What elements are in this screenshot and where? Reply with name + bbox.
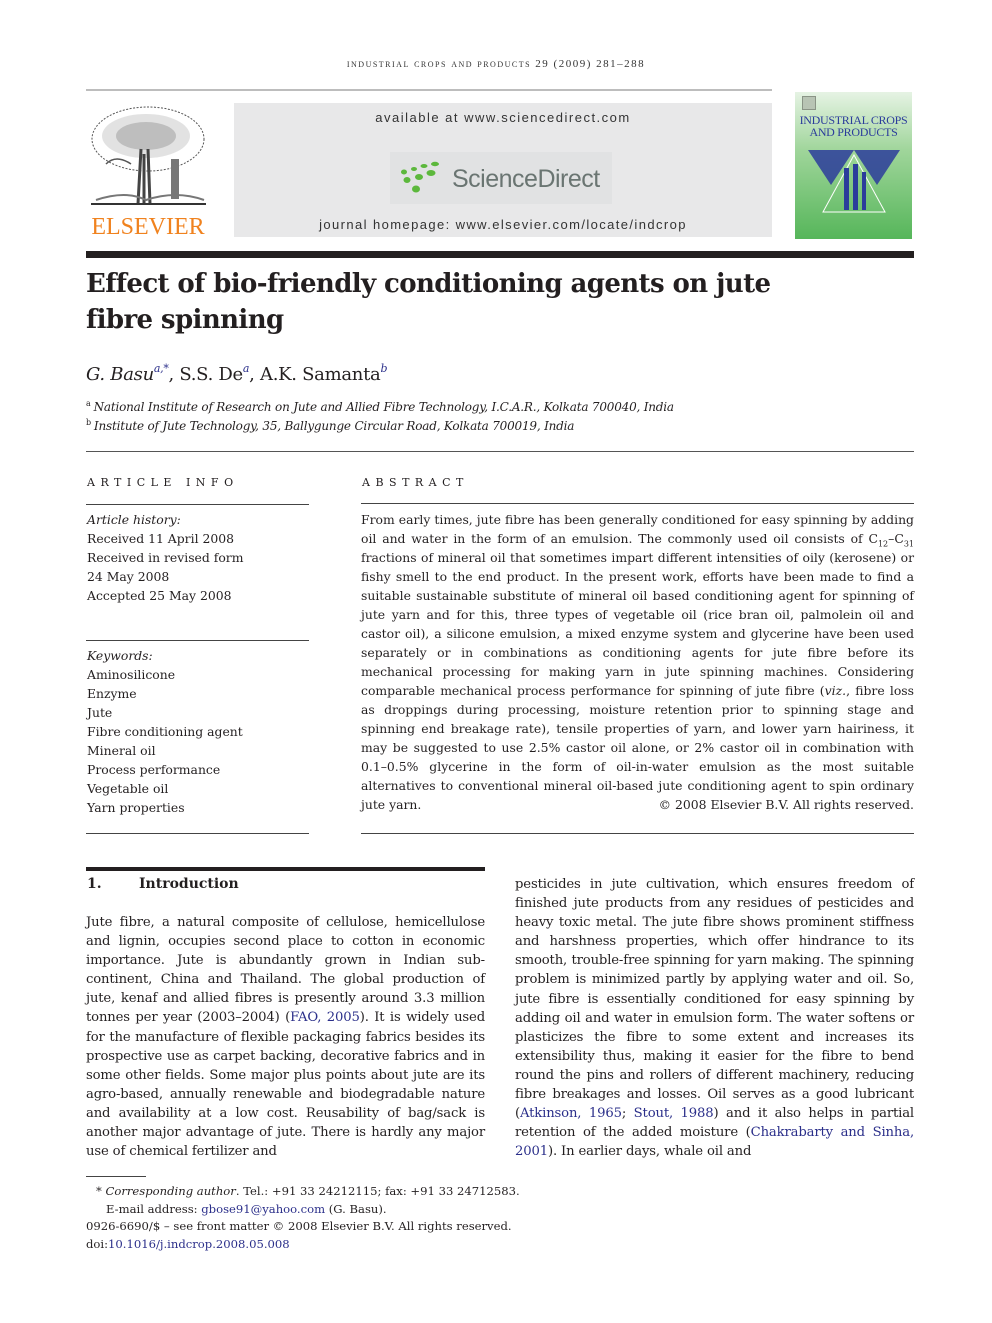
cover-triangles-icon: [808, 150, 900, 213]
keyword: Enzyme: [87, 686, 137, 701]
email-link[interactable]: gbose91@yahoo.com: [201, 1202, 325, 1216]
affiliation: b Institute of Jute Technology, 35, Bally…: [86, 418, 575, 434]
keyword: Fibre conditioning agent: [87, 724, 243, 739]
citation-link[interactable]: Stout, 1988: [634, 1106, 714, 1121]
doi-link[interactable]: 10.1016/j.indcrop.2008.05.008: [108, 1237, 290, 1251]
abstract-copyright: © 2008 Elsevier B.V. All rights reserved…: [658, 797, 914, 812]
sciencedirect-logo-text: ScienceDirect: [452, 165, 600, 193]
author-affil-link[interactable]: a: [243, 362, 250, 375]
divider: [86, 833, 309, 834]
abstract-heading: abstract: [362, 476, 469, 489]
author-list: G. Basua,*, S.S. Dea, A.K. Samantab: [86, 362, 388, 385]
author-name: A.K. Samanta: [260, 364, 381, 385]
keyword: Jute: [87, 705, 113, 720]
footnote-rule: [86, 1176, 146, 1177]
citation-link[interactable]: Atkinson, 1965: [520, 1106, 622, 1121]
keyword: Yarn properties: [87, 800, 185, 815]
body-column-left: Jute fibre, a natural composite of cellu…: [86, 915, 486, 1160]
affiliation: a National Institute of Research on Jute …: [86, 399, 674, 415]
section-heading-introduction: 1. Introduction: [87, 876, 239, 892]
body-column-right: pesticides in jute cultivation, which en…: [515, 877, 914, 1160]
email-note: E-mail address: gbose91@yahoo.com (G. Ba…: [106, 1201, 387, 1216]
keyword: Mineral oil: [87, 743, 156, 758]
keywords: Keywords: Aminosilicone Enzyme Jute Fibr…: [87, 646, 243, 817]
section-title: Introduction: [139, 876, 239, 892]
keyword: Vegetable oil: [87, 781, 169, 796]
cover-title-line2: AND PRODUCTS: [809, 125, 898, 139]
corresponding-author-note: * Corresponding author. Tel.: +91 33 242…: [96, 1184, 520, 1198]
keyword: Process performance: [87, 762, 221, 777]
divider: [361, 503, 914, 504]
keyword: Aminosilicone: [87, 667, 176, 682]
header-rule: [86, 89, 772, 91]
masthead-rule: [86, 251, 914, 258]
author-name: G. Basu: [86, 364, 154, 385]
cover-elsevier-icon: [802, 96, 816, 110]
article-info-heading: article info: [87, 476, 239, 489]
elsevier-tree-icon: [91, 106, 206, 205]
journal-homepage-link[interactable]: journal homepage: www.elsevier.com/locat…: [234, 217, 772, 232]
divider: [86, 504, 309, 505]
history-item: 24 May 2008: [87, 569, 170, 584]
article-history: Article history: Received 11 April 2008 …: [87, 510, 243, 605]
divider: [86, 451, 914, 452]
author-affil-link[interactable]: a,*: [154, 362, 169, 375]
sciencedirect-available-link[interactable]: available at www.sciencedirect.com: [234, 110, 772, 125]
abstract-text: From early times, jute fibre has been ge…: [361, 512, 914, 812]
keywords-label: Keywords:: [87, 648, 153, 663]
front-matter-note: 0926-6690/$ – see front matter © 2008 El…: [86, 1219, 512, 1234]
running-header: industrial crops and products 29 (2009) …: [346, 58, 646, 70]
section-rule: [86, 867, 485, 871]
citation-link[interactable]: FAO, 2005: [290, 1010, 360, 1025]
divider: [361, 833, 914, 834]
author-affil-link[interactable]: b: [380, 362, 387, 375]
divider: [86, 640, 309, 641]
article-title: Effect of bio-friendly conditioning agen…: [86, 269, 771, 335]
history-item: Accepted 25 May 2008: [87, 588, 232, 603]
elsevier-logo-text: ELSEVIER: [91, 214, 205, 240]
cover-title: INDUSTRIAL CROPS AND PRODUCTS: [795, 114, 912, 138]
footnotes: * Corresponding author. Tel.: +91 33 242…: [86, 1183, 520, 1253]
history-item: Received 11 April 2008: [87, 531, 235, 546]
history-label: Article history:: [87, 512, 181, 527]
author-name: S.S. De: [179, 364, 243, 385]
history-item: Received in revised form: [87, 550, 244, 565]
section-number: 1.: [87, 876, 102, 892]
sciencedirect-dots-icon: [401, 161, 439, 193]
doi-note: doi:10.1016/j.indcrop.2008.05.008: [86, 1236, 290, 1251]
